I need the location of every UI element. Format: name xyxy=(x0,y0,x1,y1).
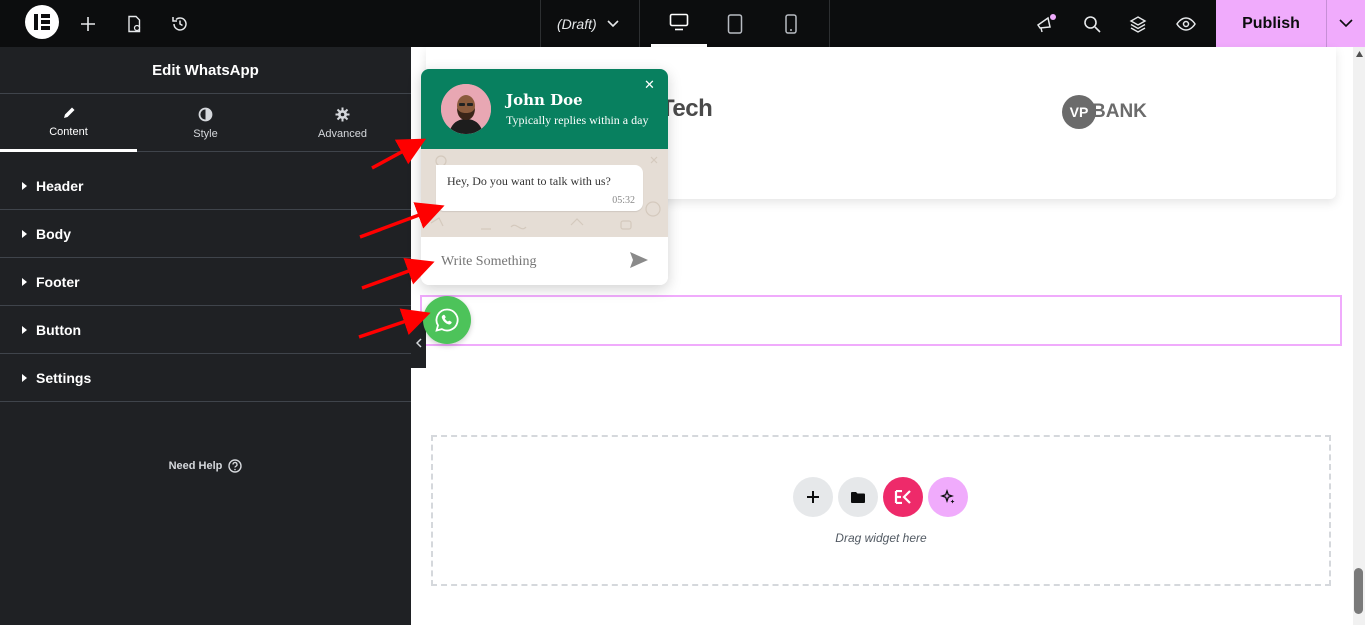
tablet-icon[interactable] xyxy=(707,0,763,47)
partner-logo-vpbank: VP BANK xyxy=(1062,95,1147,129)
chat-message-bubble: Hey, Do you want to talk with us? 05:32 xyxy=(436,165,643,211)
section-body-label: Body xyxy=(36,225,71,242)
publish-button[interactable]: Publish xyxy=(1216,0,1326,47)
section-button-label: Button xyxy=(36,321,82,338)
chevron-left-icon xyxy=(415,338,422,348)
close-icon[interactable]: ✕ xyxy=(644,77,655,93)
agent-name: John Doe xyxy=(506,91,583,109)
section-footer-label: Footer xyxy=(36,273,80,290)
tab-style[interactable]: Style xyxy=(137,94,274,152)
add-element-icon[interactable] xyxy=(72,0,104,47)
preview-eye-icon[interactable] xyxy=(1170,0,1202,47)
chat-message-text: Hey, Do you want to talk with us? xyxy=(447,174,611,188)
half-circle-icon xyxy=(198,107,213,121)
scrollbar-thumb[interactable] xyxy=(1354,568,1363,614)
caret-right-icon xyxy=(22,373,27,382)
gear-icon xyxy=(335,107,350,121)
section-header[interactable]: Header xyxy=(0,162,411,210)
elementor-logo-icon[interactable] xyxy=(25,5,59,39)
message-input[interactable] xyxy=(441,254,621,270)
whatsapp-floating-button[interactable] xyxy=(423,296,471,344)
tab-content[interactable]: Content xyxy=(0,94,137,152)
pencil-icon xyxy=(63,107,74,118)
page-settings-icon[interactable] xyxy=(118,0,150,47)
chevron-down-icon xyxy=(607,19,619,27)
agent-avatar xyxy=(441,84,491,134)
canvas-scrollbar[interactable] xyxy=(1353,47,1365,625)
agent-reply-time: Typically replies within a day xyxy=(506,113,649,127)
panel-tabs: Content Style Advanced xyxy=(0,94,411,152)
section-settings[interactable]: Settings xyxy=(0,354,411,402)
editor-panel: Edit WhatsApp Content Style Advanced Hea… xyxy=(0,47,411,625)
whatsapp-chat-window: John Doe Typically replies within a day … xyxy=(421,69,668,285)
top-bar: (Draft) Publish xyxy=(0,0,1365,47)
chat-message-time: 05:32 xyxy=(612,195,635,206)
desktop-icon[interactable] xyxy=(651,0,707,47)
scroll-up-arrow-icon[interactable] xyxy=(1356,51,1363,57)
caret-right-icon xyxy=(22,229,27,238)
tab-advanced[interactable]: Advanced xyxy=(274,94,411,152)
caret-right-icon xyxy=(22,181,27,190)
send-icon[interactable] xyxy=(629,251,649,274)
section-body[interactable]: Body xyxy=(0,210,411,258)
panel-title: Edit WhatsApp xyxy=(0,47,411,94)
elementskit-icon[interactable] xyxy=(883,477,923,517)
drop-zone[interactable] xyxy=(431,435,1331,586)
section-footer[interactable]: Footer xyxy=(0,258,411,306)
drag-widget-label: Drag widget here xyxy=(835,531,927,545)
draft-label: (Draft) xyxy=(557,15,597,32)
document-status-dropdown[interactable]: (Draft) xyxy=(540,0,640,47)
section-button[interactable]: Button xyxy=(0,306,411,354)
tab-advanced-label: Advanced xyxy=(318,127,367,140)
whats-new-megaphone-icon[interactable] xyxy=(1030,0,1062,47)
caret-right-icon xyxy=(22,277,27,286)
publish-options-chevron-icon[interactable] xyxy=(1326,0,1365,47)
add-section-plus-icon[interactable] xyxy=(793,477,833,517)
section-header-label: Header xyxy=(36,177,84,194)
vpbank-mark: VP xyxy=(1062,95,1096,129)
help-circle-icon xyxy=(228,459,243,473)
caret-right-icon xyxy=(22,325,27,334)
mobile-icon[interactable] xyxy=(763,0,819,47)
tab-style-label: Style xyxy=(193,127,218,140)
selected-widget-outline[interactable] xyxy=(420,295,1342,346)
whatsapp-chat-body: Hey, Do you want to talk with us? 05:32 xyxy=(421,149,668,237)
need-help-link[interactable]: Need Help xyxy=(0,459,411,473)
whatsapp-icon xyxy=(435,308,459,332)
need-help-label: Need Help xyxy=(168,460,223,472)
history-icon[interactable] xyxy=(164,0,196,47)
tab-content-label: Content xyxy=(49,125,88,138)
responsive-mode-switcher xyxy=(640,0,830,47)
whatsapp-header: John Doe Typically replies within a day … xyxy=(421,69,668,149)
ai-sparkle-icon[interactable] xyxy=(928,477,968,517)
whatsapp-footer xyxy=(421,237,668,285)
layers-icon[interactable] xyxy=(1122,0,1154,47)
vpbank-text: BANK xyxy=(1092,101,1147,122)
add-template-folder-icon[interactable] xyxy=(838,477,878,517)
section-settings-label: Settings xyxy=(36,369,92,386)
search-icon[interactable] xyxy=(1076,0,1108,47)
